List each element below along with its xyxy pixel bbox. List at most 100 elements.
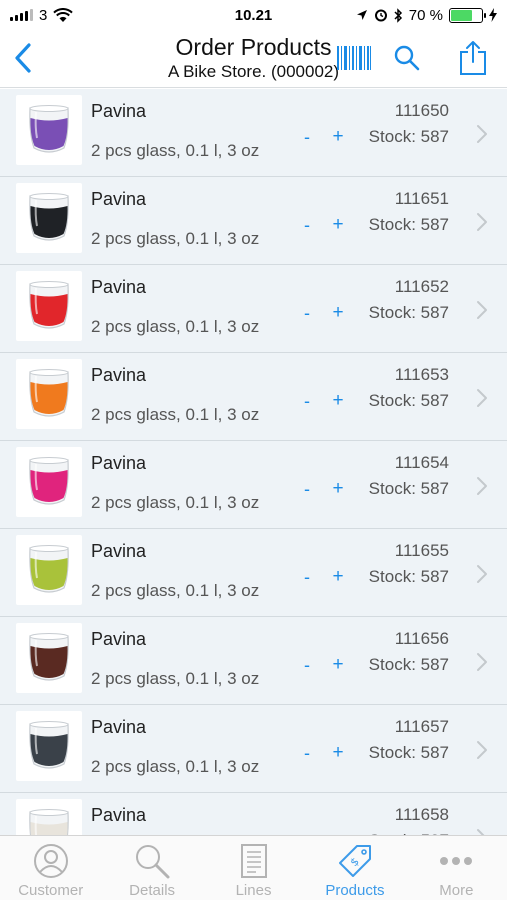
price-tag-icon: $ [338,845,371,877]
search-icon [394,45,420,71]
tab-lines[interactable]: Lines [203,836,304,900]
chevron-right-icon [477,125,487,143]
tab-products[interactable]: $ Products [304,836,405,900]
product-number: 111655 [394,541,449,560]
product-row[interactable]: Pavina 2 pcs glass, 0.1 l, 3 oz 111650 - + St… [0,89,507,177]
increase-quantity-button[interactable]: + [328,126,348,148]
product-stock: Stock: 587 [368,391,449,410]
increase-quantity-button[interactable]: + [328,478,348,500]
decrease-quantity-button[interactable]: - [298,303,316,324]
product-row[interactable]: Pavina 2 pcs glass, 0.1 l, 3 oz 111652 - + St… [0,265,507,353]
tab-bar: Customer Details Lines $ Products More [0,835,507,900]
share-button[interactable] [455,40,491,76]
product-stock: Stock: 587 [368,567,449,586]
increase-quantity-button[interactable]: + [328,214,348,236]
product-thumbnail [16,535,82,605]
decrease-quantity-button[interactable]: - [298,479,316,500]
wifi-icon [53,7,74,22]
increase-quantity-button[interactable]: + [328,654,348,676]
product-description: 2 pcs glass, 0.1 l, 3 oz [91,669,260,688]
product-row[interactable]: Pavina 2 pcs glass, 0.1 l, 3 oz 111651 - + St… [0,177,507,265]
product-stock: Stock: 587 [368,743,449,762]
glass-image-icon [29,105,69,153]
chevron-right-icon [477,213,487,231]
chevron-right-icon [477,565,487,583]
product-row[interactable]: Pavina2 pcs glass, 0.1 l, 3 oz111658-+St… [0,793,507,835]
signal-strength-icon [10,9,33,21]
product-number: 111651 [394,189,449,208]
glass-image-icon [29,545,69,593]
product-list[interactable]: Pavina 2 pcs glass, 0.1 l, 3 oz 111650- + St… [0,89,507,835]
product-row[interactable]: Pavina 2 pcs glass, 0.1 l, 3 oz 111654 - + St… [0,441,507,529]
product-name: Pavina [91,365,147,385]
product-name: Pavina [91,541,147,561]
product-name: Pavina [91,717,147,737]
tab-more[interactable]: More [406,836,507,900]
share-icon [460,41,486,75]
bluetooth-icon [394,7,402,23]
decrease-quantity-button[interactable]: - [298,567,316,588]
decrease-quantity-button[interactable]: - [298,655,316,676]
product-number: 111653 [394,365,449,384]
product-name: Pavina [91,101,147,121]
customer-icon [33,844,68,878]
status-bar: 3 10.21 70 % [0,0,507,30]
product-row[interactable]: Pavina 2 pcs glass, 0.1 l, 3 oz 111657 - + St… [0,705,507,793]
tab-details[interactable]: Details [101,836,202,900]
product-description: 2 pcs glass, 0.1 l, 3 oz [91,493,260,512]
increase-quantity-button[interactable]: + [328,742,348,764]
product-thumbnail [16,711,82,781]
product-number: 111657 [394,717,449,736]
product-thumbnail [16,359,82,429]
product-description: 2 pcs glass, 0.1 l, 3 oz [91,141,260,160]
chevron-right-icon [477,301,487,319]
battery-percent: 70 % [408,6,443,24]
product-name: Pavina [91,629,147,649]
product-description: 2 pcs glass, 0.1 l, 3 oz [91,405,260,424]
chevron-right-icon [477,477,487,495]
location-arrow-icon [356,10,367,20]
product-row[interactable]: Pavina 2 pcs glass, 0.1 l, 3 oz 111655 - + St… [0,529,507,617]
product-thumbnail [16,623,82,693]
product-stock: Stock: 587 [368,127,449,146]
document-lines-icon [240,844,267,878]
alarm-clock-icon [374,9,387,22]
chevron-right-icon [477,389,487,407]
tab-customer[interactable]: Customer [0,836,101,900]
product-description: 2 pcs glass, 0.1 l, 3 oz [91,757,260,776]
increase-quantity-button[interactable]: + [328,566,348,588]
glass-image-icon [29,281,69,329]
glass-image-icon [29,721,69,769]
barcode-icon [337,46,371,70]
product-thumbnail [16,95,82,165]
page-subtitle: A Bike Store. (000002) [167,62,340,81]
tab-details-label: Details [129,882,176,899]
product-row[interactable]: Pavina 2 pcs glass, 0.1 l, 3 oz 111656 - + St… [0,617,507,705]
decrease-quantity-button[interactable]: - [298,743,316,764]
increase-quantity-button[interactable]: + [328,302,348,324]
glass-image-icon [29,457,69,505]
chevron-right-icon [477,653,487,671]
increase-quantity-button[interactable]: + [328,390,348,412]
search-button[interactable] [389,40,425,76]
product-description: 2 pcs glass, 0.1 l, 3 oz [91,317,260,336]
tab-products-label: Products [325,882,385,899]
product-name: Pavina [91,805,147,825]
tab-lines-label: Lines [235,882,272,899]
product-thumbnail [16,799,82,835]
product-stock: Stock: 587 [368,303,449,322]
product-stock: Stock: 587 [368,479,449,498]
product-name: Pavina [91,189,147,209]
carrier-label: 3 [39,6,48,24]
decrease-quantity-button[interactable]: - [298,127,316,148]
status-right: 70 % [356,7,497,24]
product-number: 111654 [394,453,449,472]
decrease-quantity-button[interactable]: - [298,391,316,412]
decrease-quantity-button[interactable]: - [298,215,316,236]
navigation-bar: Order Products A Bike Store. (000002) [0,30,507,88]
battery-icon [449,7,486,23]
magnifier-icon [136,845,170,879]
barcode-scan-button[interactable] [336,40,372,76]
product-number: 111658 [394,805,449,824]
product-row[interactable]: Pavina 2 pcs glass, 0.1 l, 3 oz 111653 - + St… [0,353,507,441]
